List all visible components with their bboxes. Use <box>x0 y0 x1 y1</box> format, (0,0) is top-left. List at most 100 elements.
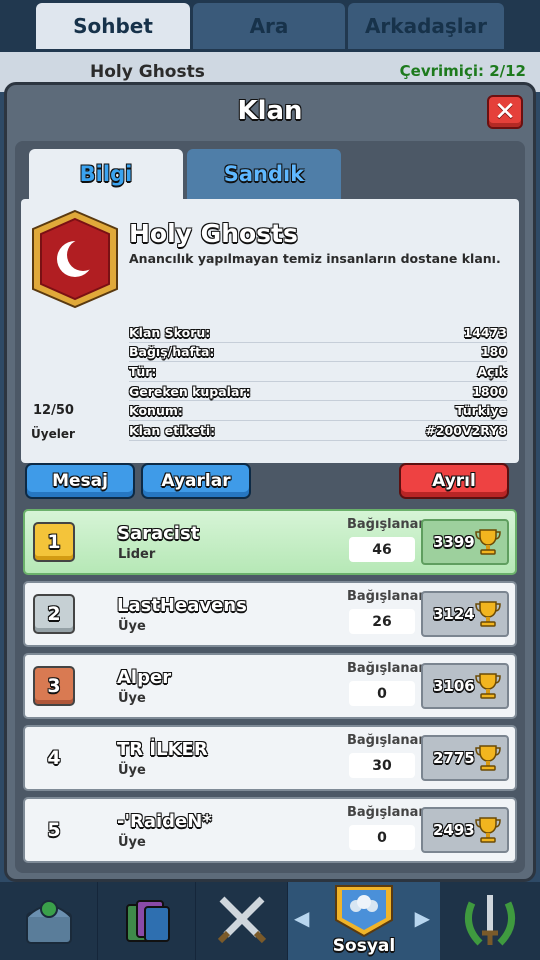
message-button[interactable]: Mesaj <box>25 463 135 499</box>
member-role: Üye <box>118 763 146 778</box>
donated-value: 46 <box>349 537 415 562</box>
chest-icon <box>25 900 72 944</box>
tab-info-label: Bilgi <box>79 162 133 186</box>
background-clan-name: Holy Ghosts <box>90 62 205 82</box>
arrow-left-icon[interactable]: ◀ <box>294 906 309 930</box>
member-role: Üye <box>118 691 146 706</box>
stat-value: 1800 <box>472 383 507 399</box>
stat-row-clan-tag: Klan etiketi: #200V2RY8 <box>129 421 507 441</box>
nav-tournaments[interactable] <box>440 882 540 960</box>
dialog-body: Bilgi Sandık Holy Ghosts Anancılık yapıl… <box>15 141 525 873</box>
dialog-title: Klan <box>237 96 303 126</box>
donated-label: Bağışlanan <box>347 517 428 532</box>
donated-label: Bağışlanan <box>347 589 428 604</box>
bottom-nav: ◀ ▶ Sosyal <box>0 882 540 960</box>
rank-number: 4 <box>47 747 61 769</box>
clan-badge-icon <box>32 209 118 309</box>
trophy-count: 3124 <box>433 605 475 623</box>
arrow-right-icon[interactable]: ▶ <box>415 906 430 930</box>
trophy-icon <box>475 745 501 771</box>
tab-friends[interactable]: Arkadaşlar <box>348 3 504 49</box>
trophy-count: 3106 <box>433 677 475 695</box>
tab-chat[interactable]: Sohbet <box>36 3 190 49</box>
stat-value: #200V2RY8 <box>425 422 507 438</box>
clan-name: Holy Ghosts <box>129 219 298 248</box>
members-label: Üyeler <box>31 427 75 441</box>
stat-label: Tür: <box>129 363 157 379</box>
donated-label: Bağışlanan <box>347 805 428 820</box>
trophy-icon <box>475 673 501 699</box>
member-name: TR İLKER <box>117 739 208 760</box>
member-role: Üye <box>118 835 146 850</box>
trophy-box: 3399 <box>421 519 509 565</box>
nav-shop[interactable] <box>0 882 98 960</box>
stat-value: 180 <box>480 344 507 360</box>
trophy-count: 3399 <box>433 533 475 551</box>
trophy-icon <box>475 817 501 843</box>
trophy-icon <box>475 529 501 555</box>
trophy-box: 2775 <box>421 735 509 781</box>
stat-label: Klan etiketi: <box>129 422 216 438</box>
tab-chest[interactable]: Sandık <box>187 149 341 199</box>
trophy-icon <box>475 601 501 627</box>
stat-row-type: Tür: Açık <box>129 362 507 382</box>
stat-row-required-trophies: Gereken kupalar: 1800 <box>129 382 507 402</box>
stat-row-location: Konum: Türkiye <box>129 401 507 421</box>
member-row[interactable]: 2 LastHeavens Üye Bağışlanan 26 3124 <box>23 581 517 647</box>
trophy-box: 3124 <box>421 591 509 637</box>
member-name: LastHeavens <box>117 595 247 616</box>
member-name: -'RaideN* <box>117 811 212 832</box>
member-role: Üye <box>118 619 146 634</box>
member-name: Alper <box>117 667 172 688</box>
clan-description: Anancılık yapılmayan temiz insanların do… <box>129 251 501 266</box>
member-row[interactable]: 5 -'RaideN* Üye Bağışlanan 0 2493 <box>23 797 517 863</box>
member-name: Saracist <box>117 523 200 544</box>
nav-social-label: Sosyal <box>332 936 396 956</box>
donated-label: Bağışlanan <box>347 733 428 748</box>
trophy-count: 2775 <box>433 749 475 767</box>
rank-badge: 2 <box>33 594 75 634</box>
cards-icon <box>125 900 170 942</box>
tab-search[interactable]: Ara <box>193 3 345 49</box>
settings-button[interactable]: Ayarlar <box>141 463 251 499</box>
rank-badge: 3 <box>33 666 75 706</box>
donated-value: 30 <box>349 753 415 778</box>
trophy-count: 2493 <box>433 821 475 839</box>
member-role: Lider <box>118 547 156 562</box>
member-row[interactable]: 4 TR İLKER Üye Bağışlanan 30 2775 <box>23 725 517 791</box>
top-tab-bar: Sohbet Ara Arkadaşlar <box>0 0 540 52</box>
rank-number: 5 <box>47 819 61 841</box>
social-icon <box>335 885 393 938</box>
donated-value: 0 <box>349 825 415 850</box>
trophy-box: 2493 <box>421 807 509 853</box>
rank-badge: 1 <box>33 522 75 562</box>
stat-label: Konum: <box>129 403 183 419</box>
crossed-swords-icon <box>217 896 266 944</box>
stat-value: Türkiye <box>455 403 507 419</box>
donated-label: Bağışlanan <box>347 661 428 676</box>
close-button[interactable]: ✕ <box>487 95 523 129</box>
nav-social[interactable]: ◀ ▶ Sosyal <box>288 882 440 960</box>
member-row[interactable]: 3 Alper Üye Bağışlanan 0 3106 <box>23 653 517 719</box>
donated-value: 26 <box>349 609 415 634</box>
stat-value: Açık <box>477 363 507 379</box>
stat-value: 14473 <box>463 324 508 340</box>
online-count: Çevrimiçi: 2/12 <box>399 62 526 80</box>
stat-label: Gereken kupalar: <box>129 383 251 399</box>
clan-info-panel: Holy Ghosts Anancılık yapılmayan temiz i… <box>21 199 519 463</box>
donated-value: 0 <box>349 681 415 706</box>
members-count: 12/50 <box>33 403 74 418</box>
clan-stats: Klan Skoru: 14473 Bağış/hafta: 180 Tür: … <box>129 323 507 441</box>
close-icon: ✕ <box>494 97 516 127</box>
stat-label: Bağış/hafta: <box>129 344 215 360</box>
member-row[interactable]: 1 Saracist Lider Bağışlanan 46 3399 <box>23 509 517 575</box>
stat-row-donations: Bağış/hafta: 180 <box>129 343 507 363</box>
nav-battle[interactable] <box>196 882 288 960</box>
nav-cards[interactable] <box>98 882 196 960</box>
laurel-sword-icon <box>464 895 516 946</box>
clan-dialog: Klan ✕ Bilgi Sandık Holy Ghosts Anancılı… <box>4 82 536 882</box>
leave-button[interactable]: Ayrıl <box>399 463 509 499</box>
tab-info[interactable]: Bilgi <box>29 149 183 199</box>
stat-label: Klan Skoru: <box>129 324 211 340</box>
trophy-box: 3106 <box>421 663 509 709</box>
